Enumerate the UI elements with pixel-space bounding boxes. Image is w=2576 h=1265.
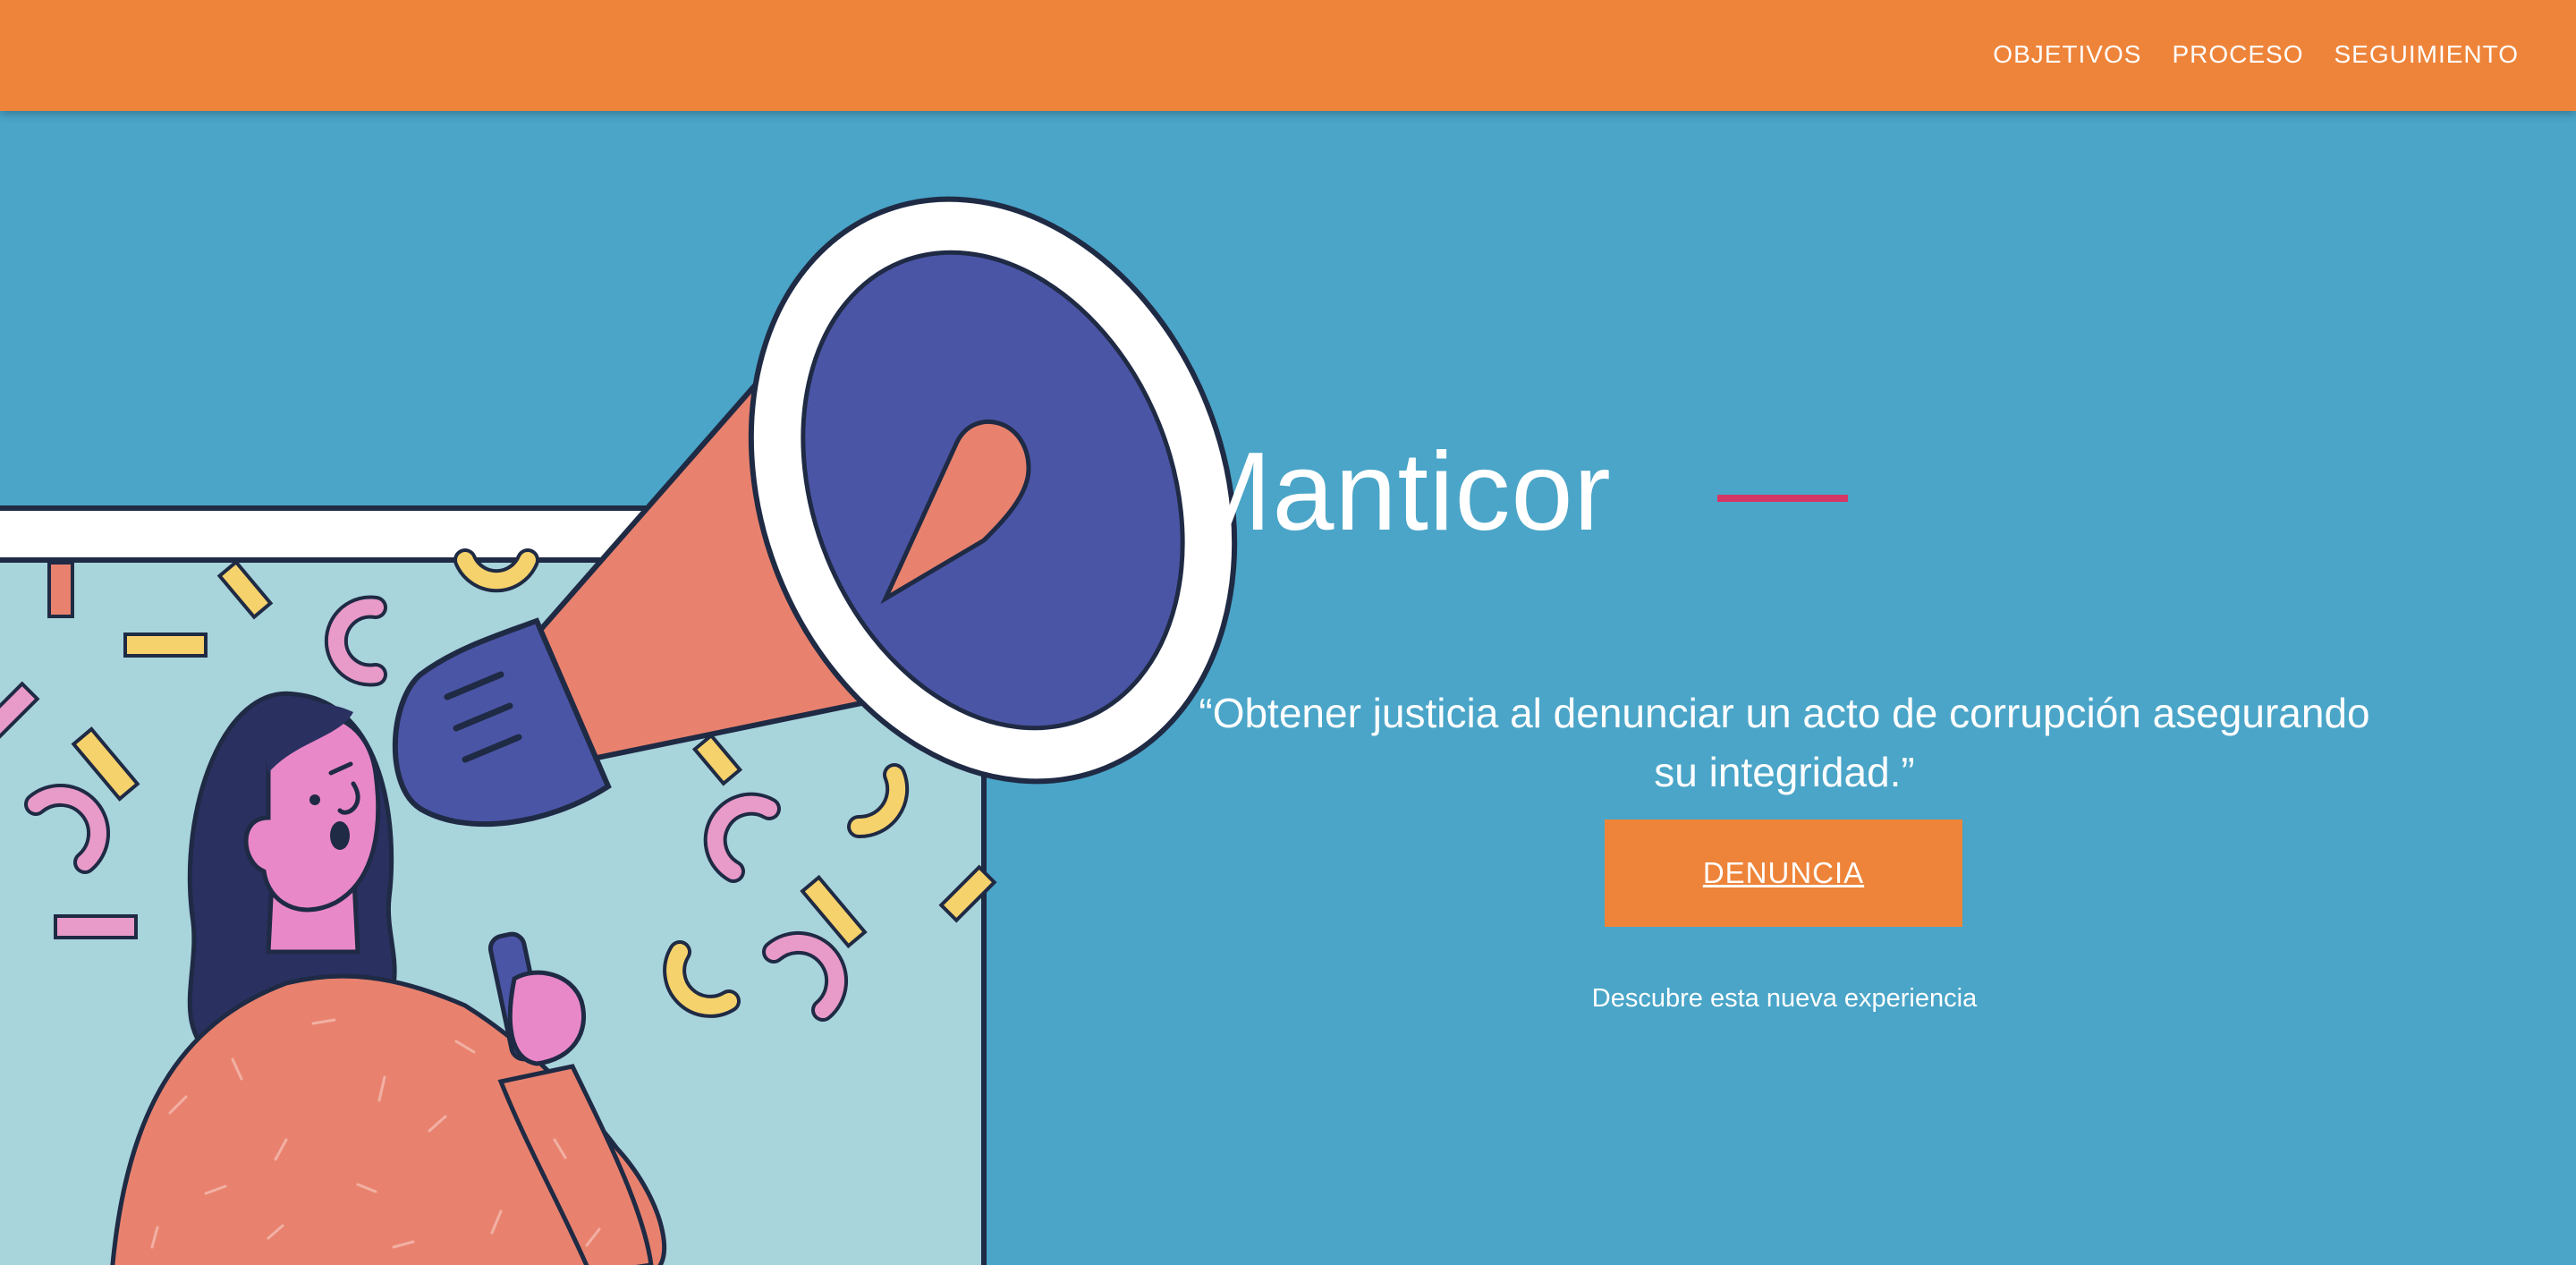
woman-megaphone-illustration: [0, 196, 1238, 1265]
top-navbar: OBJETIVOS PROCESO SEGUIMIENTO: [0, 0, 2576, 111]
hero-title: Manticor: [1179, 430, 1612, 555]
nav-link-seguimiento[interactable]: SEGUIMIENTO: [2334, 40, 2519, 69]
main-nav: OBJETIVOS PROCESO SEGUIMIENTO: [1962, 0, 2519, 109]
denuncia-button[interactable]: DENUNCIA: [1605, 819, 1962, 927]
title-underline: [1717, 495, 1848, 502]
nav-link-proceso[interactable]: PROCESO: [2172, 40, 2303, 69]
hero-subtitle: Descubre esta nueva experiencia: [1591, 984, 1978, 1013]
nav-link-objetivos[interactable]: OBJETIVOS: [1993, 40, 2141, 69]
hero-quote: “Obtener justicia al denunciar un acto d…: [1199, 690, 2370, 795]
